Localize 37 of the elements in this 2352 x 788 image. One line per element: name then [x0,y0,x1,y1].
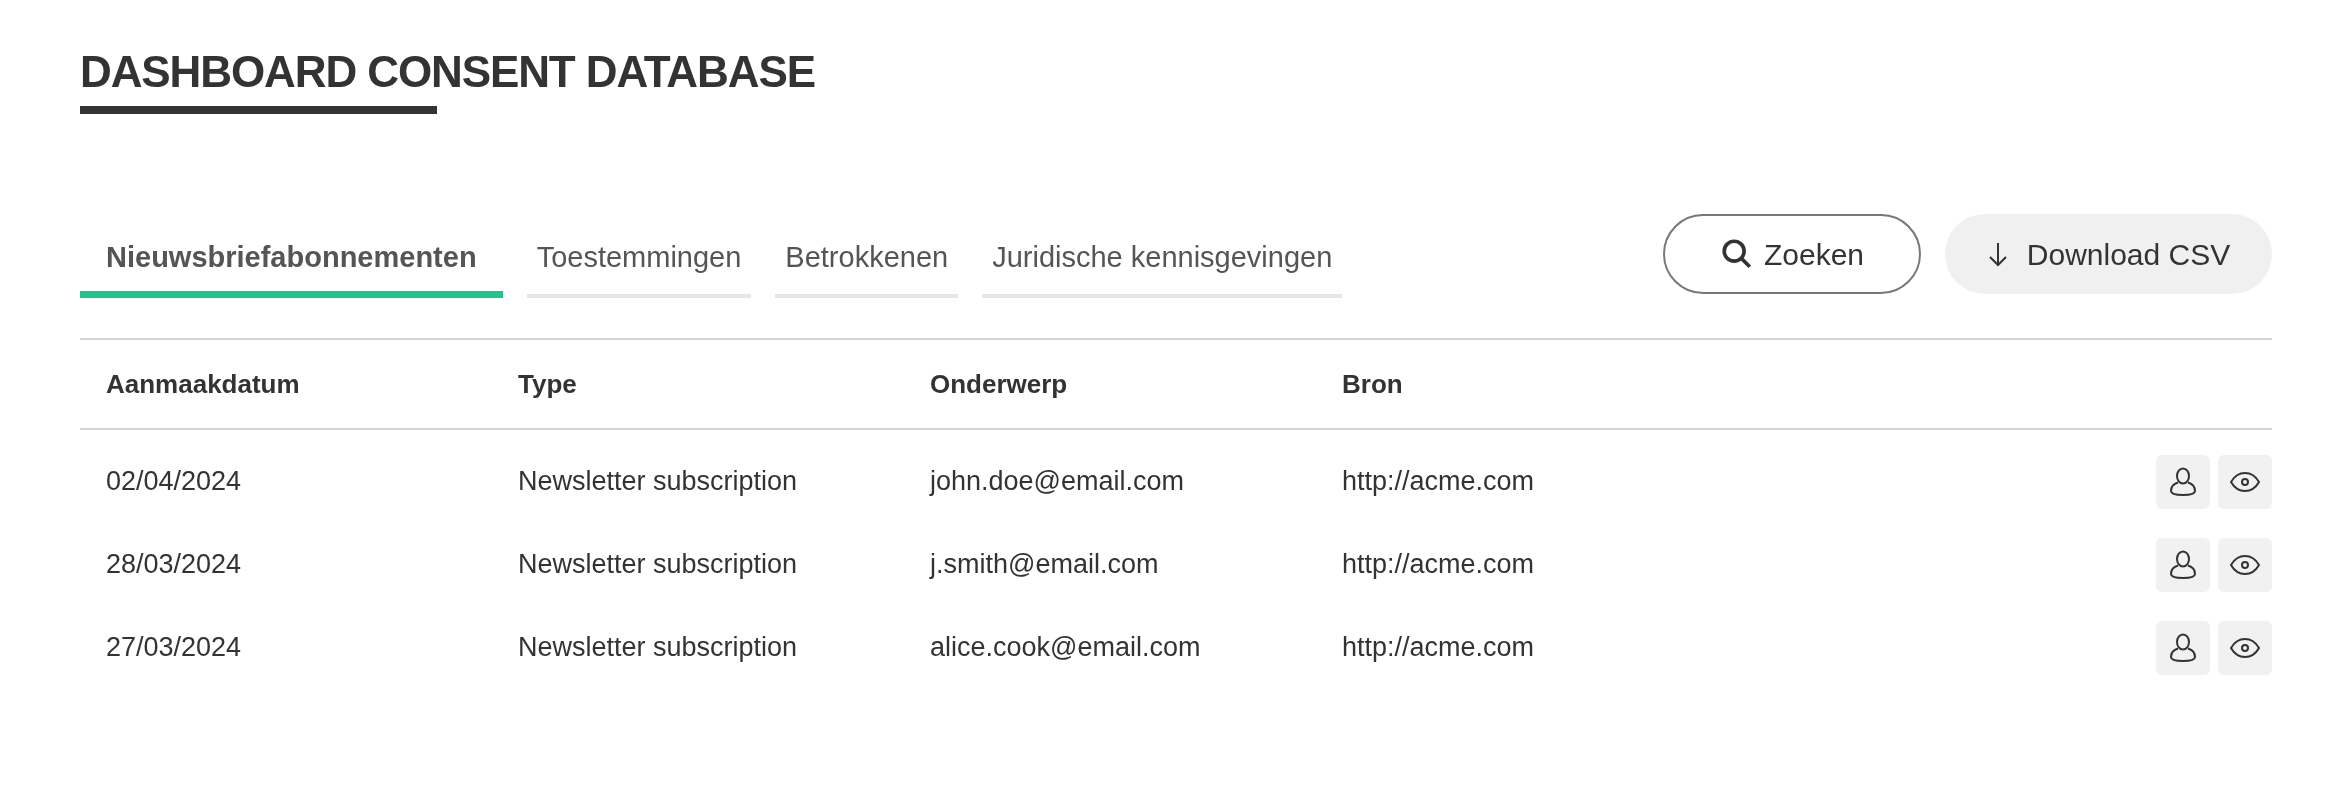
eye-icon [2230,637,2260,658]
person-icon [2169,632,2197,663]
eye-icon [2230,554,2260,575]
table-cell: Newsletter subscription [518,466,798,497]
column-header: Onderwerp [930,368,1068,399]
download-button[interactable]: Download CSV [1945,214,2272,294]
table-cell: http://acme.com [1342,466,1535,497]
column-header: Bron [1342,368,1403,399]
table-cell: john.doe@email.com [930,466,1185,497]
column-header: Type [518,368,577,399]
column-header: Aanmaakdatum [106,368,300,399]
table-cell: alice.cook@email.com [930,632,1201,663]
page-title: DASHBOARD CONSENT DATABASE [80,46,815,98]
table-cell: http://acme.com [1342,549,1535,580]
tab[interactable]: Toestemmingen [526,235,752,298]
person-button[interactable] [2156,454,2210,509]
tab[interactable]: Betrokkenen [775,235,959,298]
search-icon [1719,237,1754,271]
arrow-down-icon [1986,241,2009,267]
person-button[interactable] [2156,537,2210,592]
person-icon [2169,549,2197,580]
tab[interactable]: Nieuwsbriefabonnementen [80,235,503,298]
table-cell: 28/03/2024 [106,549,242,580]
table-cell: Newsletter subscription [518,549,798,580]
person-icon [2169,466,2197,497]
table-cell: 27/03/2024 [106,632,242,663]
search-button[interactable]: Zoeken [1663,214,1921,294]
table-cell: j.smith@email.com [930,549,1159,580]
table-cell: 02/04/2024 [106,466,242,497]
view-button[interactable] [2218,537,2272,592]
person-button[interactable] [2156,620,2210,675]
tab[interactable]: Juridische kennisgevingen [982,235,1343,298]
table-cell: Newsletter subscription [518,632,798,663]
view-button[interactable] [2218,620,2272,675]
table-cell: http://acme.com [1342,632,1535,663]
eye-icon [2230,471,2260,492]
view-button[interactable] [2218,454,2272,509]
